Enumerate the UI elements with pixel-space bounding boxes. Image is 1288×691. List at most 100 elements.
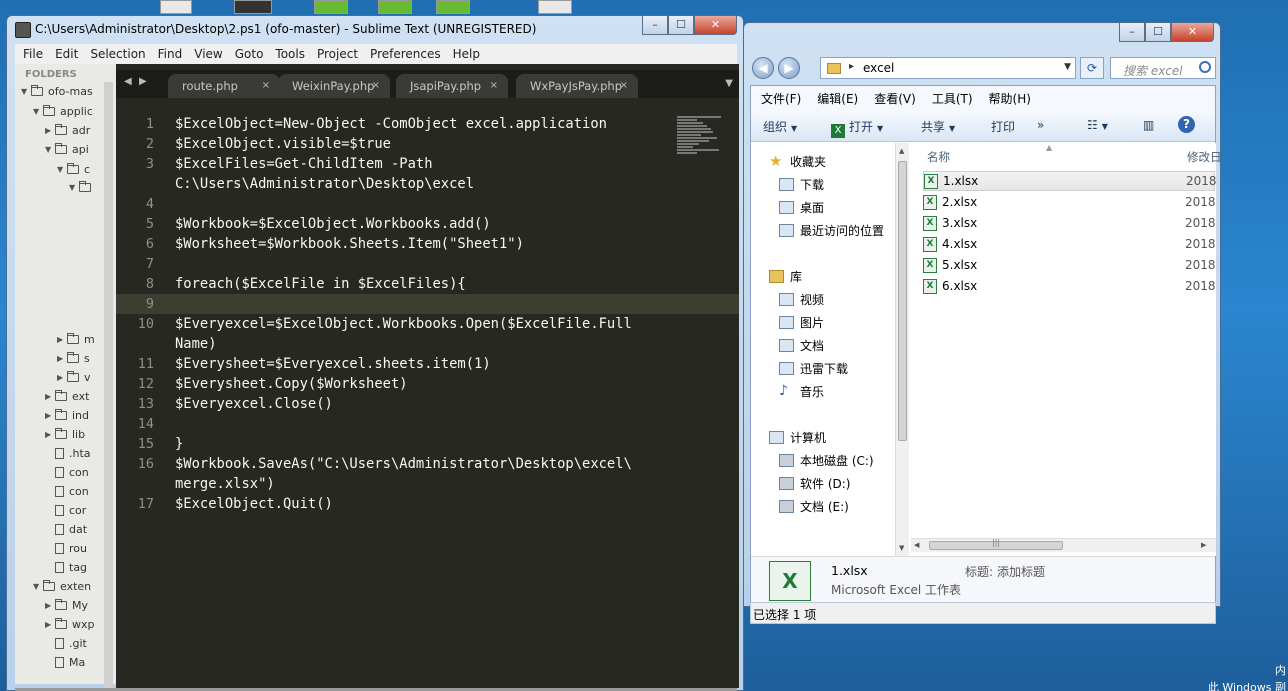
code-line[interactable]: $Everysheet=$Everyexcel.sheets.item(1) xyxy=(175,354,491,374)
tree-folder[interactable]: ▶ s xyxy=(57,349,90,367)
tree-file[interactable]: con xyxy=(45,482,89,500)
desktop-archive-icon[interactable] xyxy=(314,0,348,14)
preview-pane-icon[interactable]: ▥ xyxy=(1143,118,1154,132)
tab-scroll-left-icon[interactable]: ◀ xyxy=(124,76,132,87)
explorer-menu-item[interactable]: 帮助(H) xyxy=(989,90,1031,107)
explorer-menu-item[interactable]: 查看(V) xyxy=(874,90,916,107)
tree-file[interactable]: .hta xyxy=(45,444,91,462)
details-title-value[interactable]: 添加标题 xyxy=(997,563,1045,580)
nav-group-header[interactable]: 计算机 xyxy=(769,427,826,447)
nav-scroll-thumb[interactable] xyxy=(898,161,907,441)
forward-button[interactable]: ▶ xyxy=(778,57,800,79)
file-row[interactable]: X 2.xlsx 2018 xyxy=(923,192,1216,212)
tree-folder[interactable]: ▶ lib xyxy=(45,425,85,443)
collapsed-triangle-icon[interactable]: ▶ xyxy=(57,335,67,344)
file-list-hscrollbar[interactable]: ◀ ||| ▶ xyxy=(911,538,1216,552)
view-options-icon[interactable]: ☷ ▼ xyxy=(1087,118,1108,132)
tree-folder[interactable]: ▶ wxp xyxy=(45,615,95,633)
code-line[interactable]: $Everysheet.Copy($Worksheet) xyxy=(175,374,408,394)
tree-folder[interactable]: ▼ ofo-mas xyxy=(21,82,93,100)
code-editor[interactable]: ◀ ▶ route.php × WeixinPay.php × JsapiPay.php… xyxy=(116,64,739,688)
minimize-button[interactable]: – xyxy=(1119,23,1145,42)
tree-file[interactable]: .git xyxy=(45,634,87,652)
nav-scrollbar[interactable]: ▲ ▼ xyxy=(895,143,909,556)
code-line[interactable]: $ExcelObject.Quit() xyxy=(175,494,333,514)
tree-file[interactable]: tag xyxy=(45,558,87,576)
tree-folder[interactable]: ▶ ind xyxy=(45,406,89,424)
nav-item[interactable]: 本地磁盘 (C:) xyxy=(779,450,874,470)
collapsed-triangle-icon[interactable]: ▶ xyxy=(45,620,55,629)
explorer-menu-item[interactable]: 编辑(E) xyxy=(817,90,858,107)
tree-folder[interactable]: ▼ c xyxy=(57,160,90,178)
code-line[interactable]: $ExcelObject=New-Object -ComObject excel… xyxy=(175,114,607,134)
nav-item[interactable]: 最近访问的位置 xyxy=(779,220,884,240)
expanded-triangle-icon[interactable]: ▼ xyxy=(69,183,79,192)
editor-tab[interactable]: WeixinPay.php × xyxy=(278,74,390,98)
nav-item[interactable]: ♪ 音乐 xyxy=(779,381,824,401)
editor-tab[interactable]: JsapiPay.php × xyxy=(396,74,508,98)
tab-close-icon[interactable]: × xyxy=(620,74,628,98)
refresh-button[interactable]: ⟳ xyxy=(1080,57,1104,79)
hscroll-thumb[interactable]: ||| xyxy=(929,538,1063,550)
nav-item[interactable]: 下载 xyxy=(779,174,824,194)
maximize-button[interactable]: ☐ xyxy=(1145,23,1171,42)
chevron-down-icon[interactable]: ▼ xyxy=(1064,62,1071,72)
code-line[interactable]: merge.xlsx") xyxy=(175,474,275,494)
code-line[interactable]: Name) xyxy=(175,334,217,354)
tree-file[interactable]: con xyxy=(45,463,89,481)
more-button[interactable]: » xyxy=(1037,118,1044,132)
sidebar-scrollbar[interactable] xyxy=(104,82,113,691)
menu-item[interactable]: Preferences xyxy=(370,47,441,61)
help-icon[interactable]: ? xyxy=(1178,116,1195,133)
explorer-menu-item[interactable]: 工具(T) xyxy=(932,90,973,107)
menu-item[interactable]: View xyxy=(194,47,222,61)
file-row[interactable]: X 4.xlsx 2018 xyxy=(923,234,1216,254)
code-line[interactable]: $Workbook.SaveAs("C:\Users\Administrator… xyxy=(175,454,632,474)
nav-item[interactable]: 文档 xyxy=(779,335,824,355)
code-line[interactable]: $Workbook=$ExcelObject.Workbooks.add() xyxy=(175,214,491,234)
expanded-triangle-icon[interactable]: ▼ xyxy=(21,87,31,96)
tree-folder[interactable]: ▶ adr xyxy=(45,121,90,139)
tree-file[interactable]: rou xyxy=(45,539,87,557)
sublime-titlebar[interactable]: C:\Users\Administrator\Desktop\2.ps1 (of… xyxy=(7,16,743,44)
tab-close-icon[interactable]: × xyxy=(490,74,498,98)
code-line[interactable]: $Worksheet=$Workbook.Sheets.Item("Sheet1… xyxy=(175,234,524,254)
tree-file[interactable]: dat xyxy=(45,520,87,538)
organize-button[interactable]: 组织 ▼ xyxy=(763,118,797,135)
code-line[interactable]: $ExcelObject.visible=$true xyxy=(175,134,391,154)
nav-item[interactable]: 视频 xyxy=(779,289,824,309)
scroll-up-icon[interactable]: ▲ xyxy=(899,147,904,155)
nav-item[interactable]: 文档 (E:) xyxy=(779,496,849,516)
desktop-icon[interactable] xyxy=(538,0,572,14)
menu-item[interactable]: Find xyxy=(158,47,183,61)
nav-item[interactable]: 软件 (D:) xyxy=(779,473,850,493)
collapsed-triangle-icon[interactable]: ▶ xyxy=(45,126,55,135)
menu-item[interactable]: Help xyxy=(453,47,480,61)
tree-folder[interactable]: ▼ exten xyxy=(33,577,91,595)
collapsed-triangle-icon[interactable]: ▶ xyxy=(45,411,55,420)
code-line[interactable]: $ExcelFiles=Get-ChildItem -Path xyxy=(175,154,433,174)
collapsed-triangle-icon[interactable]: ▶ xyxy=(45,392,55,401)
file-row[interactable]: X 3.xlsx 2018 xyxy=(923,213,1216,233)
nav-item[interactable]: 桌面 xyxy=(779,197,824,217)
desktop-archive-icon[interactable] xyxy=(378,0,412,14)
search-input[interactable]: 搜索 excel xyxy=(1110,57,1216,79)
tree-folder[interactable]: ▶ m xyxy=(57,330,95,348)
tab-close-icon[interactable]: × xyxy=(262,74,270,98)
nav-group-header[interactable]: 库 xyxy=(769,266,802,286)
minimize-button[interactable]: – xyxy=(642,16,668,35)
nav-group-header[interactable]: ★ 收藏夹 xyxy=(769,151,826,171)
collapsed-triangle-icon[interactable]: ▶ xyxy=(45,601,55,610)
expanded-triangle-icon[interactable]: ▼ xyxy=(45,145,55,154)
open-button[interactable]: X 打开 ▼ xyxy=(831,118,883,138)
code-line[interactable]: $Everyexcel=$ExcelObject.Workbooks.Open(… xyxy=(175,314,632,334)
code-line[interactable]: C:\Users\Administrator\Desktop\excel xyxy=(175,174,474,194)
menu-item[interactable]: Tools xyxy=(275,47,305,61)
tree-folder[interactable]: ▶ ext xyxy=(45,387,89,405)
collapsed-triangle-icon[interactable]: ▶ xyxy=(57,373,67,382)
desktop-icon[interactable] xyxy=(160,0,192,14)
menu-item[interactable]: Edit xyxy=(55,47,78,61)
chevron-right-icon[interactable]: ▸ xyxy=(849,61,854,72)
menu-item[interactable]: File xyxy=(23,47,43,61)
menu-item[interactable]: Goto xyxy=(235,47,264,61)
